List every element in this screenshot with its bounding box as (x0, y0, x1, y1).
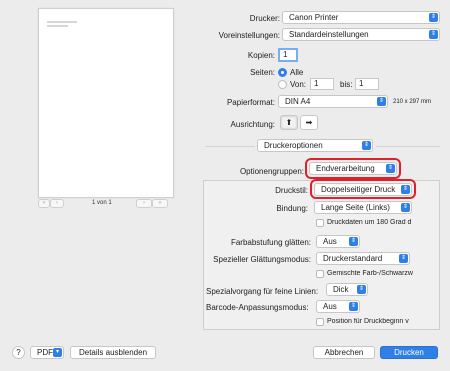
chevron-updown-icon: ⇕ (386, 164, 395, 173)
pages-from-field[interactable]: 1 (310, 78, 334, 90)
chevron-updown-icon: ⇕ (399, 254, 408, 263)
printer-label: Drucker: (249, 14, 280, 23)
pages-label: Seiten: (250, 68, 275, 77)
presets-select[interactable]: Standardeinstellungen ⇕ (282, 28, 440, 41)
landscape-orientation-button[interactable]: ➡ (300, 115, 318, 130)
chevron-updown-icon: ⇕ (401, 185, 410, 194)
special-smoothing-select[interactable]: Druckerstandard ⇕ (316, 252, 410, 265)
separator-left (205, 146, 255, 147)
pages-to-label: bis: (340, 80, 353, 89)
print-style-select[interactable]: Doppelseitiger Druck ⇕ (314, 183, 412, 196)
print-style-value: Doppelseitiger Druck (321, 185, 396, 194)
orientation-label: Ausrichtung: (230, 120, 275, 129)
pages-from-label: Von: (290, 80, 307, 89)
portrait-orientation-button[interactable]: ⬆ (280, 115, 298, 130)
presets-value: Standardeinstellungen (289, 30, 369, 39)
presets-label: Voreinstellungen: (218, 31, 280, 40)
pages-range-radio[interactable] (278, 80, 287, 89)
landscape-icon: ➡ (305, 118, 313, 127)
start-position-checkbox[interactable] (316, 318, 324, 326)
printer-value: Canon Printer (289, 13, 339, 22)
pages-all-label: Alle (290, 68, 304, 77)
page-count-text: 1 von 1 (92, 200, 112, 206)
mixed-color-checkbox[interactable] (316, 270, 324, 278)
gradation-smoothing-label: Farbabstufung glätten: (230, 238, 311, 247)
portrait-icon: ⬆ (285, 118, 293, 127)
separator-right (376, 146, 440, 147)
option-groups-select[interactable]: Endverarbeitung ⇕ (309, 162, 397, 175)
barcode-select[interactable]: Aus ⇕ (316, 300, 360, 313)
binding-value: Lange Seite (Links) (321, 203, 390, 212)
special-smoothing-label: Spezieller Glättungsmodus: (213, 255, 311, 264)
next-page-button[interactable]: › (136, 199, 152, 208)
prev-page-button[interactable]: ‹ (50, 199, 64, 208)
help-button[interactable]: ? (12, 346, 25, 359)
copies-field[interactable]: 1 (278, 48, 298, 62)
section-select[interactable]: Druckeroptionen ⇕ (257, 139, 373, 152)
chevron-updown-icon: ⇕ (429, 30, 438, 39)
pdf-label: PDF (37, 348, 53, 357)
paper-size-label: Papierformat: (226, 98, 275, 107)
barcode-value: Aus (323, 302, 337, 311)
printer-select[interactable]: Canon Printer ⇕ (282, 11, 440, 24)
barcode-label: Barcode-Anpassungsmodus: (206, 303, 309, 312)
preview-text-lines (47, 21, 77, 29)
fine-lines-label: Spezialvorgang für feine Linien: (206, 287, 319, 296)
chevron-updown-icon: ⇕ (377, 97, 386, 106)
binding-select[interactable]: Lange Seite (Links) ⇕ (314, 201, 412, 214)
paper-dimensions: 210 x 297 mm (393, 99, 432, 105)
option-groups-value: Endverarbeitung (316, 164, 375, 173)
mixed-color-label: Gemischte Farb-/Schwarzw (327, 270, 413, 277)
print-button[interactable]: Drucken (380, 346, 438, 359)
chevron-updown-icon: ⇕ (429, 13, 438, 22)
fine-lines-select[interactable]: Dick ⇕ (326, 283, 368, 296)
chevron-down-icon: ▾ (53, 348, 62, 357)
cancel-button[interactable]: Abbrechen (313, 346, 375, 359)
last-page-button[interactable]: » (152, 199, 168, 208)
first-page-button[interactable]: « (38, 199, 50, 208)
pages-all-radio[interactable] (278, 68, 287, 77)
rotate-180-label: Druckdaten um 180 Grad d (327, 219, 412, 226)
chevron-updown-icon: ⇕ (349, 237, 358, 246)
copies-label: Kopien: (247, 51, 275, 60)
section-value: Druckeroptionen (264, 141, 323, 150)
binding-label: Bindung: (276, 204, 308, 213)
chevron-updown-icon: ⇕ (401, 203, 410, 212)
pdf-menu-button[interactable]: PDF ▾ (30, 346, 64, 359)
hide-details-button[interactable]: Details ausblenden (70, 346, 156, 359)
pages-to-field[interactable]: 1 (355, 78, 379, 90)
chevron-updown-icon: ⇕ (362, 141, 371, 150)
chevron-updown-icon: ⇕ (357, 285, 366, 294)
special-smoothing-value: Druckerstandard (323, 254, 383, 263)
gradation-smoothing-value: Aus (323, 237, 337, 246)
help-icon: ? (16, 348, 21, 357)
start-position-label: Position für Druckbeginn v (327, 318, 409, 325)
page-preview (38, 8, 174, 198)
paper-size-value: DIN A4 (285, 97, 311, 106)
chevron-updown-icon: ⇕ (349, 302, 358, 311)
rotate-180-checkbox[interactable] (316, 219, 324, 227)
print-style-label: Druckstil: (275, 186, 308, 195)
option-groups-label: Optionengruppen: (239, 167, 304, 176)
paper-size-select[interactable]: DIN A4 ⇕ (278, 95, 388, 108)
fine-lines-value: Dick (333, 285, 349, 294)
gradation-smoothing-select[interactable]: Aus ⇕ (316, 235, 360, 248)
